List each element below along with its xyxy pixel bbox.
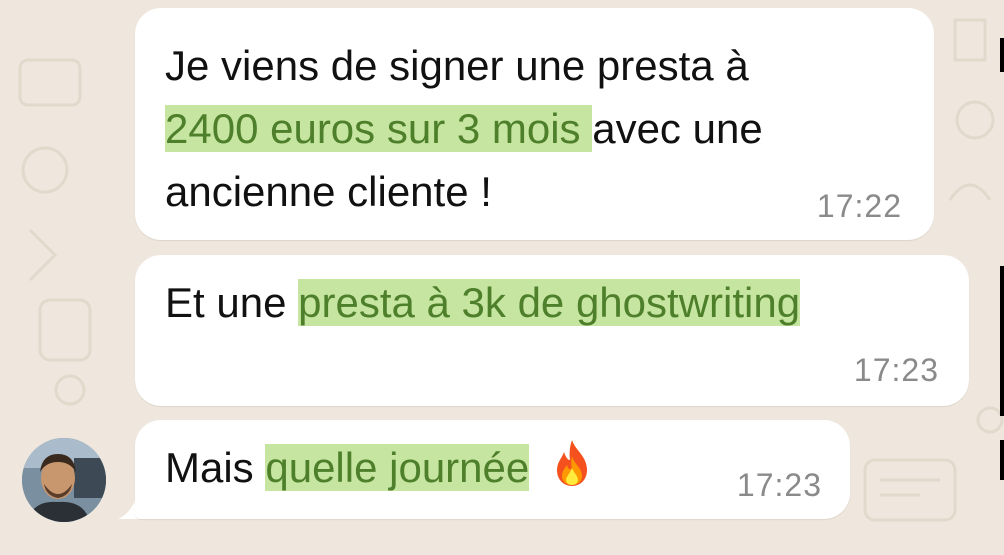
message-text: Je viens de signer une presta à 2400 eur…	[165, 34, 763, 223]
edge-marker	[1000, 38, 1004, 72]
highlighted-text: quelle journée	[265, 444, 530, 491]
message-bubble[interactable]: Et une presta à 3k de ghostwriting 17:23	[135, 255, 969, 406]
fire-emoji-icon	[557, 440, 588, 486]
message-bubble[interactable]: Mais quelle journée 17:23	[135, 420, 850, 519]
edge-marker	[1000, 266, 1004, 416]
avatar[interactable]	[22, 438, 106, 522]
message-line: ancienne cliente !	[165, 168, 492, 215]
avatar-photo-icon	[22, 438, 106, 522]
message-timestamp: 17:23	[736, 467, 822, 503]
message-text-segment: avec une	[592, 105, 763, 152]
edge-marker	[1000, 440, 1004, 480]
message-text: Et une presta à 3k de ghostwriting	[165, 271, 801, 334]
message-timestamp: 17:23	[853, 352, 939, 388]
message-line: Je viens de signer une presta à	[165, 42, 749, 89]
message-text-segment: Et une	[165, 279, 299, 326]
message-bubble[interactable]: Je viens de signer une presta à 2400 eur…	[135, 8, 934, 240]
message-timestamp: 17:22	[816, 188, 902, 224]
message-text-segment: Mais	[165, 444, 266, 491]
message-line: 2400 euros sur 3 mois avec une	[165, 97, 763, 160]
message-text: Mais quelle journée	[165, 436, 597, 499]
highlighted-text: 2400 euros sur 3 mois	[165, 105, 593, 152]
highlighted-text: presta à 3k de ghostwriting	[298, 279, 801, 326]
